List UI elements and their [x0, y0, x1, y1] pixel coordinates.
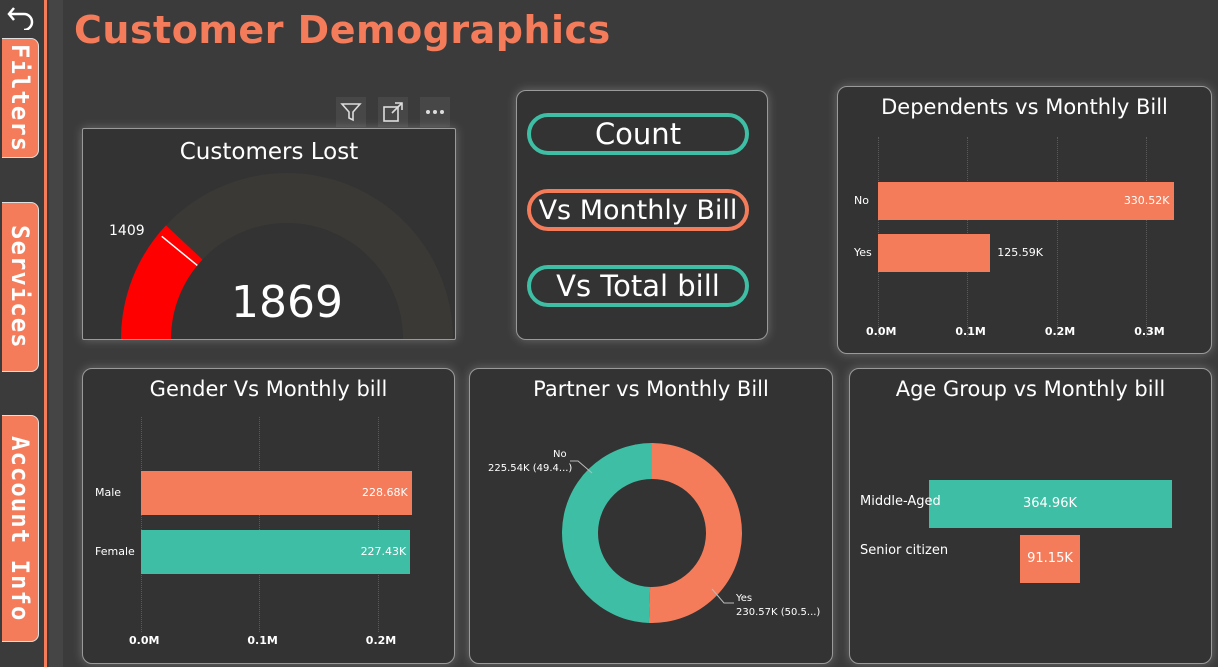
dependents-card[interactable]: Dependents vs Monthly Bill 0.0M 0.1M 0.2M 0…: [837, 86, 1212, 354]
gridline: [1146, 137, 1148, 337]
gauge-value: 1869: [231, 277, 343, 328]
tab-services-label: Services: [6, 225, 34, 349]
back-arrow-icon: [7, 7, 34, 32]
data-label: 330.52K: [1123, 194, 1170, 207]
gauge-target-label: 1409: [109, 223, 145, 239]
tab-account-info[interactable]: Account Info: [2, 415, 39, 642]
age-card[interactable]: Age Group vs Monthly bill 364.96K Middle-…: [849, 368, 1212, 664]
expand-icon: [383, 102, 403, 122]
gridline: [259, 417, 261, 632]
axis-tick-label: 0.2M: [365, 634, 397, 647]
total-bill-button[interactable]: Vs Total bill: [527, 265, 749, 307]
partner-card[interactable]: Partner vs Monthly Bill No 225.54K (49.4…: [469, 368, 833, 664]
axis-tick-label: 0.1M: [955, 325, 986, 338]
filter-button[interactable]: [336, 97, 366, 127]
axis-tick-label: 0.2M: [1044, 325, 1076, 338]
measure-selector-card: Count Vs Monthly Bill Vs Total bill: [516, 90, 768, 340]
gridline: [141, 417, 142, 632]
gender-chart: 0.0M 0.1M 0.2M Male 228.68K Female 227.43K: [83, 369, 454, 663]
more-icon: [426, 110, 444, 114]
rail-divider: [44, 0, 47, 667]
category-label: Middle-Aged: [860, 494, 941, 509]
data-label: 125.59K: [997, 246, 1043, 259]
filter-icon: [340, 103, 362, 122]
bar: [878, 234, 991, 272]
focus-mode-button[interactable]: [378, 97, 408, 127]
data-label: 227.43K: [360, 545, 407, 558]
age-chart: 364.96K Middle-Aged 91.15K Senior citizen: [850, 369, 1211, 663]
data-label: 228.68K: [362, 486, 408, 499]
partner-no-label: No: [553, 449, 567, 460]
category-label: Female: [95, 545, 135, 558]
tab-filters-label: Filters: [6, 43, 34, 153]
tab-services[interactable]: Services: [2, 202, 39, 372]
data-label: 91.15K: [1027, 551, 1073, 566]
partner-yes-label: Yes: [736, 593, 753, 604]
monthly-bill-button[interactable]: Vs Monthly Bill: [527, 189, 749, 231]
partner-yes-value: 230.57K (50.5...): [736, 607, 821, 618]
axis-tick-label: 0.0M: [866, 325, 897, 338]
axis-tick-label: 0.1M: [247, 634, 278, 647]
dependents-chart: 0.0M 0.1M 0.2M 0.3M No 330.52K Yes 125.59K: [838, 87, 1211, 353]
rail-shadow: [49, 0, 63, 667]
axis-tick-label: 0.3M: [1134, 325, 1165, 338]
category-label: Male: [95, 486, 122, 499]
partner-no-value: 225.54K (49.4...): [488, 463, 573, 474]
axis-tick-label: 0.0M: [129, 634, 160, 647]
back-button[interactable]: [6, 2, 36, 32]
gridline: [1056, 137, 1058, 337]
category-label: Yes: [854, 246, 872, 259]
gauge-card[interactable]: Customers Lost 1869 1409: [82, 128, 456, 340]
category-label: No: [854, 194, 869, 207]
more-options-button[interactable]: [420, 97, 450, 127]
partner-donut-chart: [562, 443, 743, 623]
tab-account-info-label: Account Info: [6, 435, 34, 622]
category-label: Senior citizen: [860, 543, 949, 558]
donut-slice-yes: [648, 443, 743, 623]
gridline: [377, 417, 379, 632]
tab-filters[interactable]: Filters: [2, 38, 39, 158]
count-button[interactable]: Count: [527, 113, 749, 155]
gender-card[interactable]: Gender Vs Monthly bill 0.0M 0.1M 0.2M Male 2…: [82, 368, 455, 664]
donut-slice-no: [562, 443, 652, 623]
data-label: 364.96K: [1022, 496, 1077, 511]
page-title: Customer Demographics: [74, 8, 611, 52]
